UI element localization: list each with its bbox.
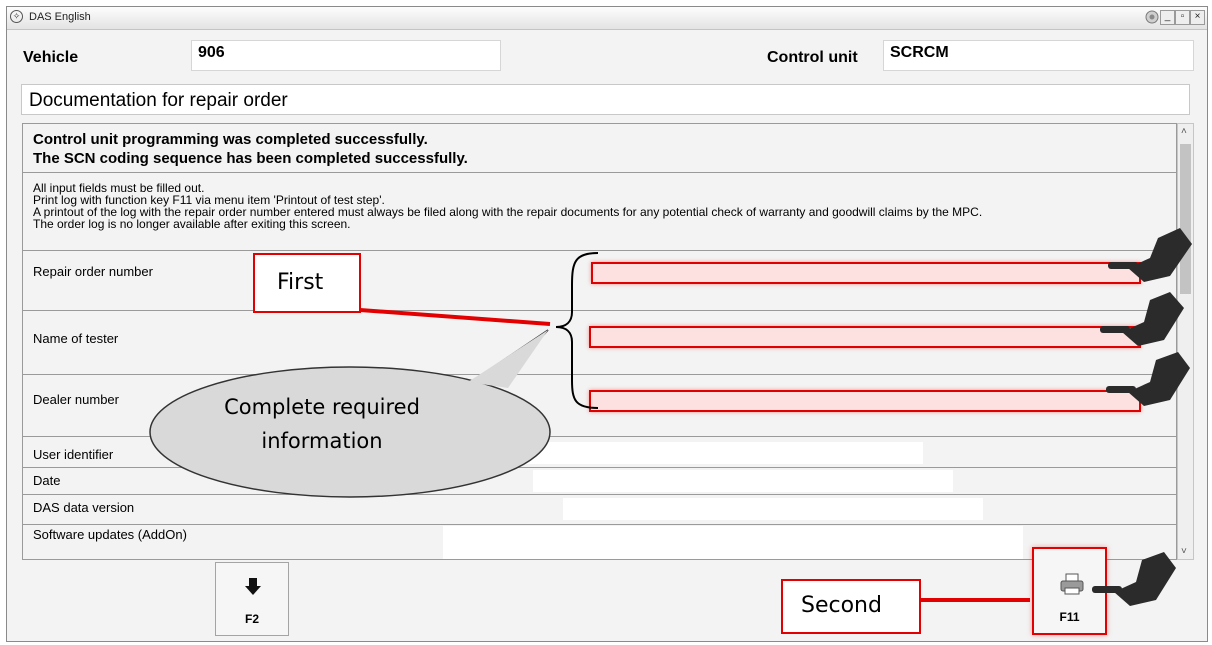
content-panel: Control unit programming was completed s… xyxy=(22,123,1177,560)
f11-button[interactable]: F11 xyxy=(1032,547,1107,635)
name-of-tester-label: Name of tester xyxy=(33,331,119,346)
scroll-down-icon[interactable]: ˅ xyxy=(1181,546,1187,557)
software-updates-value xyxy=(443,526,1023,559)
bubble-line-2: information xyxy=(261,429,383,453)
das-window: ✧ DAS English _ ▫ × Vehicle 906 Control … xyxy=(6,6,1208,642)
date-value xyxy=(533,470,953,492)
bubble-line-1: Complete required xyxy=(224,395,420,419)
divider xyxy=(23,310,1176,311)
das-data-version-value xyxy=(563,498,983,520)
software-updates-label: Software updates (AddOn) xyxy=(33,527,187,542)
divider xyxy=(23,467,1176,468)
vehicle-value: 906 xyxy=(198,44,225,61)
title-bar: ✧ DAS English _ ▫ × xyxy=(7,7,1207,30)
status-line-2: The SCN coding sequence has been complet… xyxy=(33,150,468,167)
help-icon[interactable] xyxy=(1144,10,1159,25)
first-callout: First xyxy=(253,253,361,313)
user-identifier-label: User identifier xyxy=(33,447,114,462)
control-unit-value: SCRCM xyxy=(890,44,949,61)
divider xyxy=(23,374,1176,375)
scroll-thumb[interactable] xyxy=(1180,144,1191,294)
window-title: DAS English xyxy=(29,11,91,23)
f2-button[interactable]: F2 xyxy=(215,562,289,636)
restore-button[interactable]: ▫ xyxy=(1175,10,1190,25)
vehicle-label: Vehicle xyxy=(23,49,79,66)
repair-order-number-input[interactable] xyxy=(591,262,1141,284)
close-button[interactable]: × xyxy=(1190,10,1205,25)
divider xyxy=(23,172,1176,173)
mercedes-star-icon: ✧ xyxy=(10,10,23,23)
status-message: Control unit programming was completed s… xyxy=(33,130,468,168)
vehicle-field: 906 xyxy=(191,40,501,71)
das-data-version-label: DAS data version xyxy=(33,500,135,515)
second-callout: Second xyxy=(781,579,921,634)
user-identifier-value xyxy=(483,442,923,464)
documentation-title-box: Documentation for repair order xyxy=(21,84,1190,115)
repair-order-number-label: Repair order number xyxy=(33,264,153,279)
first-callout-text: First xyxy=(277,270,324,295)
divider xyxy=(23,250,1176,251)
name-of-tester-input[interactable] xyxy=(589,326,1141,348)
documentation-title: Documentation for repair order xyxy=(29,90,288,111)
f11-label: F11 xyxy=(1059,610,1080,624)
down-arrow-icon xyxy=(245,578,261,595)
instruction-line: The order log is no longer available aft… xyxy=(33,217,351,231)
scroll-up-icon[interactable]: ˄ xyxy=(1181,126,1187,137)
instructions-block: All input fields must be filled out. Pri… xyxy=(33,182,982,230)
control-unit-label: Control unit xyxy=(767,49,858,66)
dealer-number-input[interactable] xyxy=(589,390,1141,412)
control-unit-field: SCRCM xyxy=(883,40,1194,71)
dealer-number-label: Dealer number xyxy=(33,392,119,407)
date-label: Date xyxy=(33,473,61,488)
status-line-1: Control unit programming was completed s… xyxy=(33,131,428,148)
divider xyxy=(23,524,1176,525)
printer-icon xyxy=(1060,573,1084,595)
divider xyxy=(23,494,1176,495)
vertical-scrollbar[interactable]: ˄ ˅ xyxy=(1177,123,1194,560)
f2-label: F2 xyxy=(244,612,259,626)
second-callout-text: Second xyxy=(801,593,882,618)
bubble-text: Complete required information xyxy=(182,390,462,458)
minimize-button[interactable]: _ xyxy=(1160,10,1175,25)
